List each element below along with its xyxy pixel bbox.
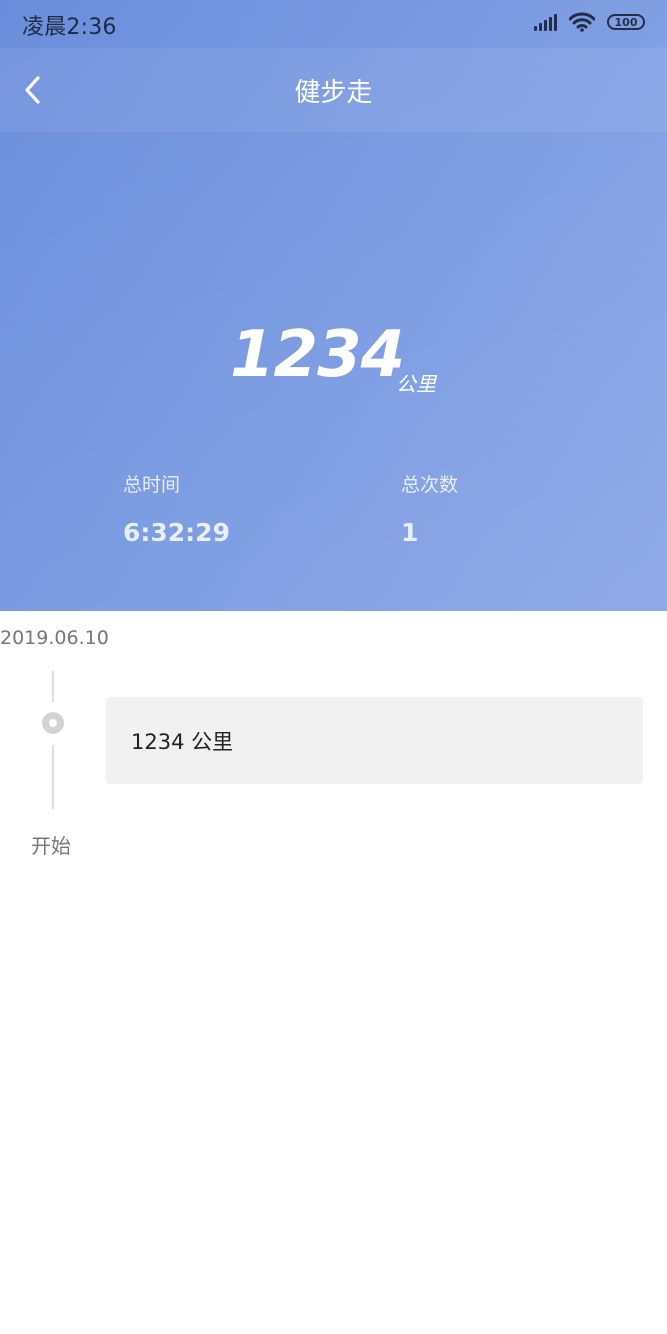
total-time-value: 6:32:29 [123, 518, 230, 547]
page-title: 健步走 [294, 78, 373, 108]
summary-header: 凌晨2:36 100 健步走 1234 公里 总时间 6:32:29 总次数 1 [0, 0, 667, 611]
status-time: 凌晨2:36 [22, 15, 117, 40]
timeline-date: 2019.06.10 [0, 627, 109, 649]
total-count-label: 总次数 [401, 474, 459, 496]
total-time-stat: 总时间 6:32:29 [123, 472, 230, 548]
timeline-line-top [52, 671, 54, 702]
record-text: 1234 公里 [131, 730, 234, 754]
wifi-icon [569, 12, 595, 32]
status-icons: 100 [534, 12, 645, 32]
timeline-dot-icon [42, 712, 64, 734]
total-time-label: 总时间 [123, 474, 181, 496]
record-card[interactable]: 1234 公里 [106, 697, 643, 784]
total-count-value: 1 [401, 518, 419, 547]
timeline-line-bottom [52, 745, 54, 809]
total-count-stat: 总次数 1 [401, 472, 458, 548]
distance-value: 1234 [230, 318, 405, 392]
battery-level: 100 [614, 15, 638, 29]
distance-unit: 公里 [396, 372, 436, 396]
battery-icon: 100 [607, 14, 645, 30]
status-bar: 凌晨2:36 100 [0, 0, 667, 48]
nav-bar: 健步走 [0, 48, 667, 132]
signal-icon [534, 13, 557, 31]
timeline-start-label: 开始 [31, 834, 71, 858]
distance-summary: 1234 公里 [0, 318, 667, 398]
